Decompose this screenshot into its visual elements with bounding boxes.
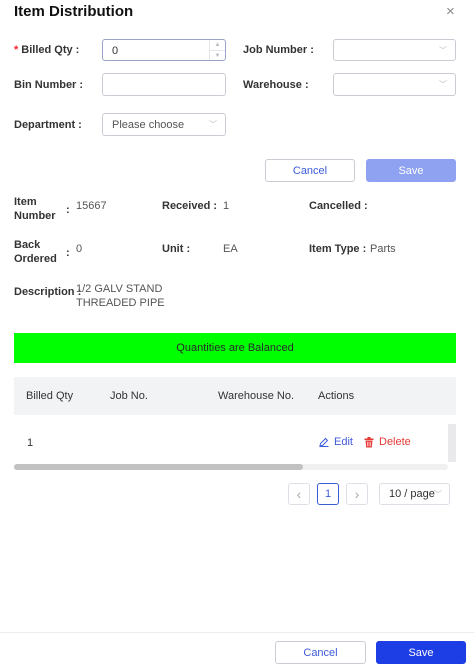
delete-button[interactable]: Delete [364, 436, 411, 448]
item-number-label: Item Number [14, 195, 56, 223]
description-label: Description : [14, 286, 82, 298]
department-select[interactable]: Please choose ﹀ [102, 113, 226, 136]
job-number-label: Job Number : [243, 44, 314, 56]
column-header: Warehouse No. [218, 390, 295, 402]
item-number-label-line2: Number [14, 210, 56, 222]
unit-label: Unit : [162, 243, 191, 255]
department-placeholder: Please choose [112, 119, 185, 131]
chevron-down-icon: ﹀ [439, 80, 447, 89]
footer-cancel-button[interactable]: Cancel [275, 641, 366, 664]
back-ordered-label-line1: Back [14, 239, 41, 251]
column-header: Actions [318, 390, 355, 402]
required-mark: * [14, 44, 19, 56]
form-cancel-button[interactable]: Cancel [265, 159, 355, 182]
prev-page-button[interactable]: ‹ [288, 483, 310, 505]
item-number-label-line1: Item [14, 196, 37, 208]
chevron-right-icon: › [354, 486, 360, 502]
edit-label: Edit [334, 436, 353, 448]
item-type-label: Item Type : [309, 243, 367, 255]
item-type-value: Parts [370, 243, 396, 255]
table-header: Billed Qty Job No. Warehouse No. Actions [14, 377, 456, 415]
description-line2: THREADED PIPE [76, 297, 165, 309]
dialog-title: Item Distribution [14, 3, 134, 20]
item-number-separator: : [66, 204, 70, 216]
stepper-down-icon[interactable]: ▼ [210, 50, 225, 60]
warehouse-label: Warehouse : [243, 79, 309, 91]
back-ordered-value: 0 [76, 243, 83, 255]
item-number-value: 15667 [76, 200, 107, 212]
form-save-button[interactable]: Save [366, 159, 456, 182]
delete-label: Delete [379, 436, 411, 448]
received-value: 1 [223, 200, 230, 212]
warehouse-select[interactable]: ﹀ [333, 73, 456, 96]
bin-number-label: Bin Number : [14, 79, 84, 91]
billed-qty-label-text: Billed Qty : [21, 44, 80, 56]
next-page-button[interactable]: › [346, 483, 368, 505]
table-vertical-scrollbar[interactable] [448, 424, 456, 462]
received-label: Received : [162, 200, 218, 212]
billed-qty-value: 0 [112, 45, 119, 57]
stepper-buttons: ▲ ▼ [209, 40, 225, 60]
chevron-down-icon: ﹀ [439, 46, 447, 55]
billed-qty-stepper[interactable]: 0 ▲ ▼ [102, 39, 226, 61]
trash-icon [364, 436, 374, 447]
table-row: 1 Edit Delete [14, 424, 448, 462]
billed-qty-label: * Billed Qty : [14, 44, 79, 56]
department-label: Department : [14, 119, 82, 131]
back-ordered-separator: : [66, 247, 70, 259]
page-size-value: 10 / page [389, 488, 435, 500]
unit-value: EA [223, 243, 238, 255]
edit-icon [319, 437, 329, 447]
description-value: 1/2 GALV STAND THREADED PIPE [76, 282, 165, 310]
stepper-up-icon[interactable]: ▲ [210, 40, 225, 50]
bin-number-input[interactable] [102, 73, 226, 96]
back-ordered-label: Back Ordered [14, 238, 57, 266]
back-ordered-label-line2: Ordered [14, 253, 57, 265]
chevron-down-icon: ﹀ [209, 120, 217, 129]
footer-divider [0, 632, 474, 633]
page-size-select[interactable]: 10 / page ﹀ [379, 483, 450, 505]
close-icon[interactable]: × [446, 3, 455, 21]
chevron-left-icon: ‹ [296, 486, 302, 502]
chevron-down-icon: ﹀ [434, 490, 442, 499]
job-number-select[interactable]: ﹀ [333, 39, 456, 61]
balance-status-banner: Quantities are Balanced [14, 333, 456, 363]
edit-button[interactable]: Edit [319, 436, 353, 448]
cancelled-label: Cancelled : [309, 200, 368, 212]
description-line1: 1/2 GALV STAND [76, 283, 163, 295]
footer-save-button[interactable]: Save [376, 641, 466, 664]
column-header: Billed Qty [26, 390, 74, 402]
column-header: Job No. [110, 390, 148, 402]
billed-qty-cell: 1 [27, 437, 34, 449]
table-horizontal-scrollbar-thumb[interactable] [14, 464, 303, 470]
page-number-button[interactable]: 1 [317, 483, 339, 505]
